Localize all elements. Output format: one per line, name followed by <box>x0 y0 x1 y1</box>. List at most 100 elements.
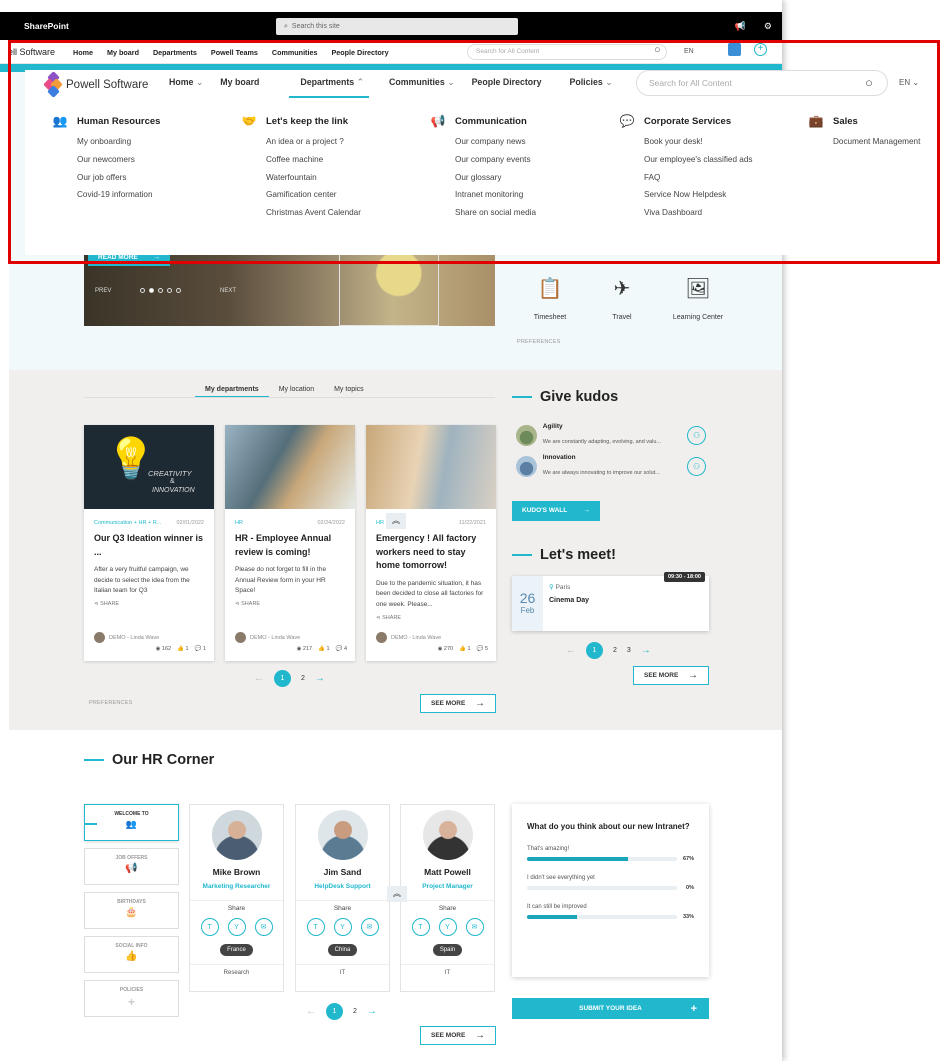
quick-link-timesheet[interactable]: 📋 Timesheet <box>514 276 586 321</box>
prev-slide[interactable]: PREV <box>95 288 111 294</box>
scroll-up-icon[interactable]: ︽ <box>387 886 407 902</box>
plus-icon: + <box>127 995 135 1009</box>
sharepoint-suite-bar: SharePoint ⌕ Search this site 📢 ⚙ <box>0 12 782 40</box>
tab-my-departments[interactable]: My departments <box>195 384 269 398</box>
teams-icon[interactable]: T <box>411 918 430 936</box>
thumbs-up-icon: 👍 <box>125 951 138 962</box>
person-card[interactable]: Matt Powell Project Manager Share T Y ✉ Sp… <box>400 804 495 992</box>
hr-tab-birthdays[interactable]: BIRTHDAYS 🎂 <box>84 892 179 929</box>
survey-bar-fill <box>527 915 577 919</box>
cake-icon: 🎂 <box>125 907 138 918</box>
mail-icon[interactable]: ✉ <box>254 918 273 936</box>
avatar <box>317 810 368 860</box>
quick-link-travel[interactable]: ✈ Travel <box>586 276 658 321</box>
see-more-button[interactable]: SEE MORE → <box>420 694 496 713</box>
preferences-link[interactable]: PREFERENCES <box>89 700 132 706</box>
news-card[interactable]: 💡 CREATIVITY & INNOVATION Communication … <box>84 425 214 661</box>
prev-page-icon[interactable]: ← <box>306 1006 316 1017</box>
country-badge: France <box>220 944 253 956</box>
avatar <box>94 632 105 643</box>
see-more-button[interactable]: SEE MORE → <box>633 666 709 685</box>
country-badge: China <box>327 944 358 956</box>
arrow-right-icon: → <box>475 698 485 709</box>
prev-page-icon[interactable]: ← <box>566 645 576 656</box>
yammer-icon[interactable]: Y <box>438 918 457 936</box>
megaphone-icon: 📢 <box>125 863 138 874</box>
hr-pager: ← 1 2 → <box>306 1003 377 1020</box>
next-page-icon[interactable]: → <box>641 645 651 656</box>
preferences-link[interactable]: PREFERENCES <box>517 339 560 345</box>
plus-icon: + <box>690 1002 697 1015</box>
next-page-icon[interactable]: → <box>367 1006 377 1017</box>
yammer-icon[interactable]: Y <box>227 918 246 936</box>
hr-tab-social-info[interactable]: SOCIAL INFO 👍 <box>84 936 179 973</box>
avatar <box>516 455 537 477</box>
share-button[interactable]: ⋖ SHARE <box>235 601 260 607</box>
see-more-button[interactable]: SEE MORE → <box>420 1026 496 1045</box>
news-card[interactable]: HR 02/24/2022 HR - Employee Annual review… <box>225 425 355 661</box>
mail-icon[interactable]: ✉ <box>360 918 379 936</box>
event-date: 26 Feb <box>512 576 543 631</box>
survey-option[interactable]: That's amazing! 67% <box>527 846 694 862</box>
survey-option[interactable]: It can still be improved 33% <box>527 904 694 920</box>
yammer-icon[interactable]: Y <box>333 918 352 936</box>
share-button[interactable]: ⋖ SHARE <box>94 601 119 607</box>
megaphone-icon[interactable]: 📢 <box>735 21 746 32</box>
gear-icon[interactable]: ⚙ <box>764 21 772 32</box>
hr-tab-policies[interactable]: POLICIES + <box>84 980 179 1017</box>
event-card[interactable]: 26 Feb ⚲ Paris Cinema Day 09:30 - 18:00 <box>512 572 709 631</box>
survey-question: What do you think about our new Intranet… <box>527 822 690 831</box>
share-button[interactable]: ⋖ SHARE <box>376 615 401 621</box>
quick-links: 📋 Timesheet ✈ Travel 🖼 Learning Center <box>514 276 738 321</box>
next-page-icon[interactable]: → <box>315 673 325 684</box>
card-excerpt: After a very fruitful campaign, we decid… <box>94 566 190 594</box>
give-kudo-button[interactable]: ⚇ <box>687 425 706 445</box>
card-image <box>366 425 496 509</box>
submit-idea-button[interactable]: SUBMIT YOUR IDEA + <box>512 998 709 1019</box>
hr-tab-welcome[interactable]: WELCOME TO 👥 <box>84 804 179 841</box>
search-icon: ⌕ <box>284 22 288 30</box>
next-slide[interactable]: NEXT <box>220 288 236 294</box>
give-kudo-button[interactable]: ⚇ <box>687 456 706 476</box>
meet-title: Let's meet! <box>512 547 616 563</box>
event-time: 09:30 - 18:00 <box>663 572 705 582</box>
clipboard-icon: 📋 <box>537 278 563 300</box>
plane-icon: ✈ <box>613 278 631 300</box>
event-location: ⚲ Paris <box>549 584 571 591</box>
avatar <box>376 632 387 643</box>
teams-icon[interactable]: T <box>200 918 219 936</box>
card-stats: ◉ 217 👍 1 💬 4 <box>296 646 347 652</box>
avatar <box>211 810 262 860</box>
scroll-up-icon[interactable]: ︽ <box>386 513 406 529</box>
person-card[interactable]: Mike Brown Marketing Researcher Share TY… <box>189 804 284 992</box>
page-2[interactable]: 2 <box>301 675 305 682</box>
card-image <box>225 425 355 509</box>
carousel-dots[interactable] <box>140 288 181 293</box>
site-search-box[interactable]: ⌕ Search this site <box>276 18 518 35</box>
teams-icon[interactable]: T <box>306 918 325 936</box>
survey-option[interactable]: I didn't see everything yet 0% <box>527 875 694 891</box>
card-stats: ◉ 162 👍 1 💬 1 <box>155 646 206 652</box>
quick-link-learning-center[interactable]: 🖼 Learning Center <box>658 276 738 321</box>
card-title[interactable]: Emergency ! All factory workers need to … <box>366 526 496 573</box>
mail-icon[interactable]: ✉ <box>465 918 484 936</box>
tab-my-topics[interactable]: My topics <box>324 384 374 398</box>
card-title[interactable]: HR - Employee Annual review is coming! <box>225 526 355 559</box>
page-1[interactable]: 1 <box>274 670 291 687</box>
prev-page-icon[interactable]: ← <box>254 673 264 684</box>
arrow-right-icon: → <box>583 507 591 514</box>
avatar <box>516 424 537 446</box>
hr-tab-job-offers[interactable]: JOB OFFERS 📢 <box>84 848 179 885</box>
card-author: DEMO - Linda Wave <box>235 632 300 643</box>
avatar <box>422 810 473 860</box>
card-image: 💡 CREATIVITY & INNOVATION <box>84 425 214 509</box>
news-card[interactable]: HR 11/22/2021 Emergency ! All factory wor… <box>366 425 496 661</box>
sharepoint-brand[interactable]: SharePoint <box>24 21 69 31</box>
kudos-title: Give kudos <box>512 389 618 405</box>
tab-my-location[interactable]: My location <box>269 384 324 398</box>
card-excerpt: Please do not forget to fill in the Annu… <box>235 566 327 594</box>
card-title[interactable]: Our Q3 Ideation winner is ... <box>84 526 214 559</box>
country-badge: Spain <box>432 944 463 956</box>
kudos-wall-button[interactable]: KUDO'S WALL → <box>512 501 600 521</box>
person-card[interactable]: Jim Sand HelpDesk Support Share T Y ✉ Chin… <box>295 804 390 992</box>
